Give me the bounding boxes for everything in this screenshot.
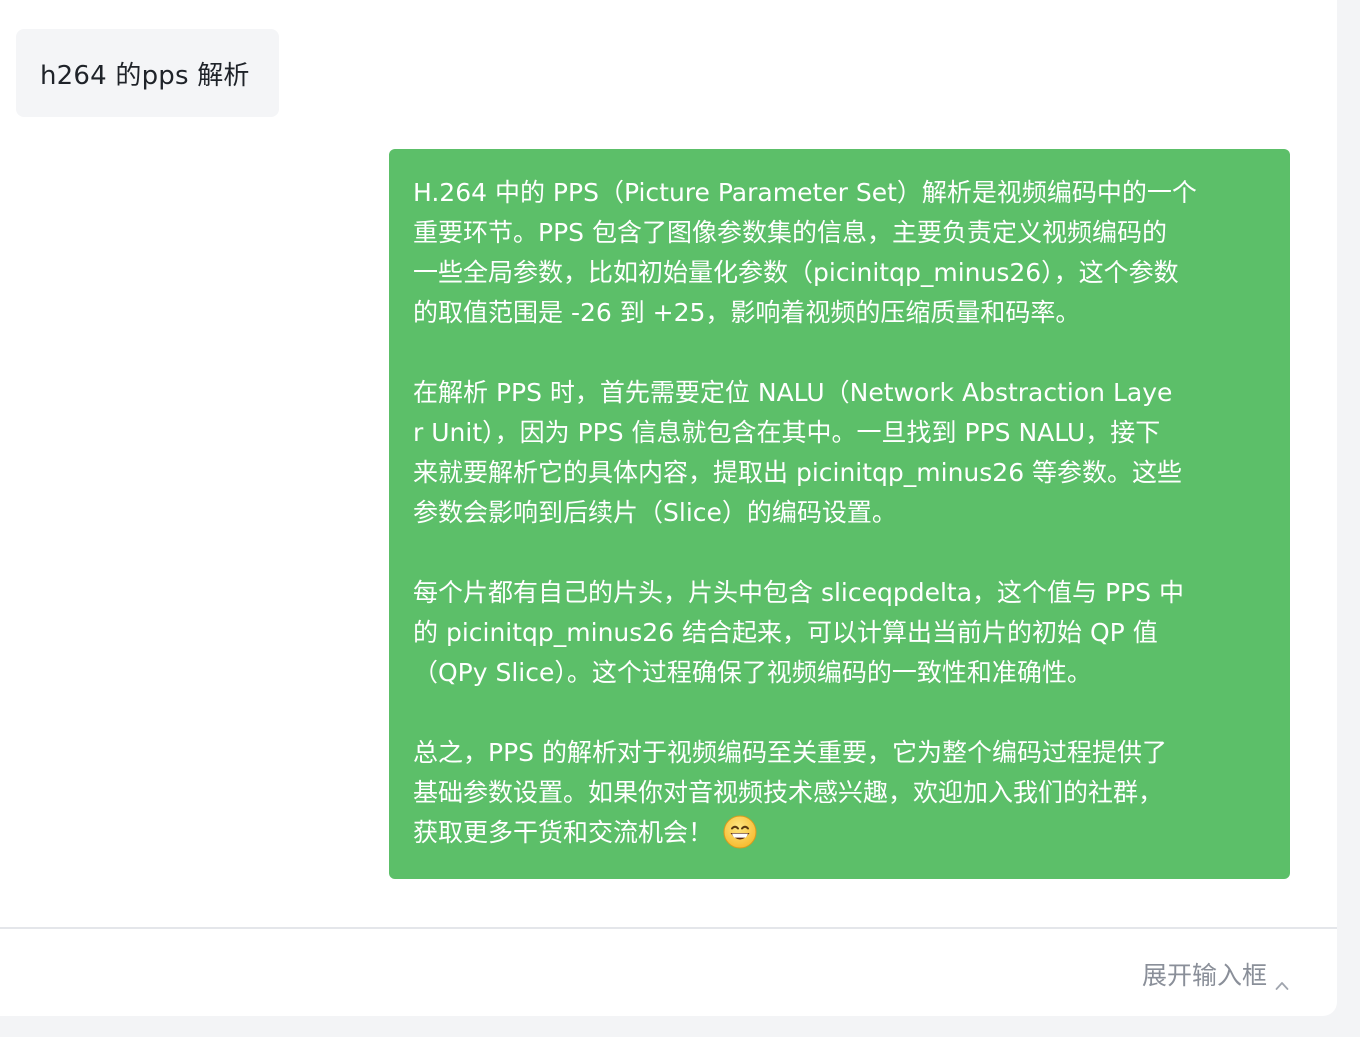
chat-panel: h264 的pps 解析 H.264 中的 PPS（Picture Parame… xyxy=(0,0,1337,1016)
expand-input-label: 展开输入框 xyxy=(1141,961,1267,990)
chevron-up-icon xyxy=(1275,970,1289,990)
assistant-paragraph-last: 总之，PPS 的解析对于视频编码至关重要，它为整个编码过程提供了 基础参数设置。… xyxy=(413,733,1266,861)
user-message-bubble: h264 的pps 解析 xyxy=(16,29,279,117)
assistant-paragraph: 每个片都有自己的片头，片头中包含 sliceqpdelta，这个值与 PPS 中… xyxy=(413,578,1184,687)
assistant-paragraph: 在解析 PPS 时，首先需要定位 NALU（Network Abstractio… xyxy=(413,378,1183,527)
input-divider xyxy=(0,927,1337,929)
assistant-message-bubble: H.264 中的 PPS（Picture Parameter Set）解析是视频… xyxy=(389,149,1290,879)
message-list: h264 的pps 解析 H.264 中的 PPS（Picture Parame… xyxy=(0,0,1337,927)
grinning-face-emoji-icon xyxy=(723,815,757,861)
assistant-paragraph-text: 总之，PPS 的解析对于视频编码至关重要，它为整个编码过程提供了 基础参数设置。… xyxy=(413,738,1167,847)
expand-input-button[interactable]: 展开输入框 xyxy=(1142,954,1289,994)
assistant-paragraph: H.264 中的 PPS（Picture Parameter Set）解析是视频… xyxy=(413,178,1197,327)
user-message-text: h264 的pps 解析 xyxy=(40,60,250,91)
